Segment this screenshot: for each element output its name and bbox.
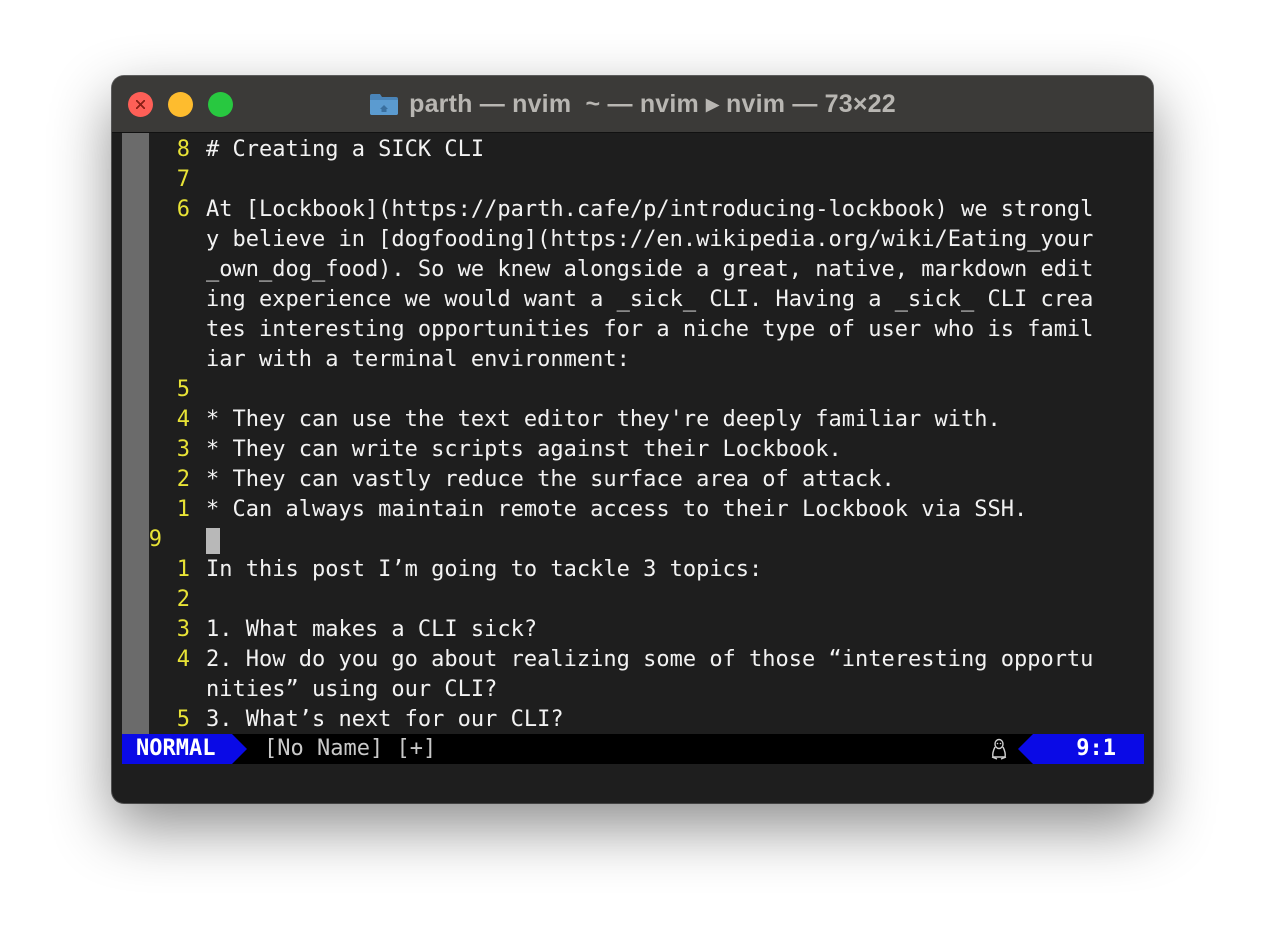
- line-text: y believe in [dogfooding](https://en.wik…: [206, 227, 1094, 252]
- line-number: 4: [176, 647, 190, 672]
- editor-line[interactable]: 4 2. How do you go about realizing some o…: [122, 645, 1144, 675]
- mode-separator: [232, 734, 247, 764]
- editor-line[interactable]: 5: [122, 375, 1144, 405]
- line-number: 5: [176, 377, 190, 402]
- editor-line[interactable]: y believe in [dogfooding](https://en.wik…: [122, 225, 1144, 255]
- title-bar[interactable]: parth — nvim ~ — nvim ▸ nvim — 73×22: [112, 76, 1153, 133]
- terminal-content[interactable]: 8 # Creating a SICK CLI 7 6 At [Lockbook](ht…: [122, 133, 1144, 767]
- editor-line[interactable]: tes interesting opportunities for a nich…: [122, 315, 1144, 345]
- line-number: 7: [176, 167, 190, 192]
- editor-line[interactable]: 1 * Can always maintain remote access to …: [122, 495, 1144, 525]
- folder-icon: [369, 92, 399, 116]
- mode-indicator: NORMAL: [122, 734, 232, 764]
- line-number: 2: [176, 467, 190, 492]
- editor-line[interactable]: 8 # Creating a SICK CLI: [122, 135, 1144, 165]
- editor-line[interactable]: ing experience we would want a _sick_ CL…: [122, 285, 1144, 315]
- line-text: * They can vastly reduce the surface are…: [206, 467, 895, 492]
- terminal-window: parth — nvim ~ — nvim ▸ nvim — 73×22 8 # …: [112, 76, 1153, 803]
- status-line: NORMAL [No Name] [+] 9:1: [122, 734, 1144, 764]
- line-number: 3: [176, 437, 190, 462]
- line-number: 4: [176, 407, 190, 432]
- line-number: 2: [176, 587, 190, 612]
- line-text: # Creating a SICK CLI: [206, 137, 485, 162]
- editor-line[interactable]: 2: [122, 585, 1144, 615]
- line-number: 1: [176, 497, 190, 522]
- line-text: iar with a terminal environment:: [206, 347, 630, 372]
- line-text: nities” using our CLI?: [206, 677, 498, 702]
- editor-line[interactable]: nities” using our CLI?: [122, 675, 1144, 705]
- editor-line[interactable]: 5 3. What’s next for our CLI?: [122, 705, 1144, 735]
- text-cursor: [206, 528, 220, 554]
- line-number: 5: [176, 707, 190, 732]
- file-name: [No Name] [+]: [264, 736, 437, 761]
- line-number: 6: [176, 197, 190, 222]
- editor-buffer[interactable]: 8 # Creating a SICK CLI 7 6 At [Lockbook](ht…: [122, 135, 1144, 735]
- line-text: In this post I’m going to tackle 3 topic…: [206, 557, 763, 582]
- linux-penguin-icon: [988, 738, 1010, 760]
- line-text: * They can use the text editor they're d…: [206, 407, 1001, 432]
- window-title-group: parth — nvim ~ — nvim ▸ nvim — 73×22: [112, 76, 1153, 132]
- editor-line[interactable]: iar with a terminal environment:: [122, 345, 1144, 375]
- line-text: ing experience we would want a _sick_ CL…: [206, 287, 1094, 312]
- position-separator: [1018, 734, 1033, 764]
- cursor-position: 9:1: [1033, 734, 1144, 764]
- line-text: 1. What makes a CLI sick?: [206, 617, 538, 642]
- line-number: 9: [148, 527, 162, 552]
- current-line[interactable]: 9: [122, 525, 1144, 555]
- line-text: 2. How do you go about realizing some of…: [206, 647, 1094, 672]
- editor-line[interactable]: 2 * They can vastly reduce the surface ar…: [122, 465, 1144, 495]
- line-text: tes interesting opportunities for a nich…: [206, 317, 1094, 342]
- editor-line[interactable]: 6 At [Lockbook](https://parth.cafe/p/intr…: [122, 195, 1144, 225]
- line-number: 3: [176, 617, 190, 642]
- editor-line[interactable]: _own_dog_food). So we knew alongside a g…: [122, 255, 1144, 285]
- editor-line[interactable]: 3 1. What makes a CLI sick?: [122, 615, 1144, 645]
- line-text: 3. What’s next for our CLI?: [206, 707, 564, 732]
- line-text: * Can always maintain remote access to t…: [206, 497, 1028, 522]
- editor-line[interactable]: 3 * They can write scripts against their …: [122, 435, 1144, 465]
- line-text: At [Lockbook](https://parth.cafe/p/intro…: [206, 197, 1094, 222]
- editor-line[interactable]: 1 In this post I’m going to tackle 3 topi…: [122, 555, 1144, 585]
- editor-line[interactable]: 7: [122, 165, 1144, 195]
- editor-line[interactable]: 4 * They can use the text editor they're …: [122, 405, 1144, 435]
- line-text: * They can write scripts against their L…: [206, 437, 842, 462]
- line-text: _own_dog_food). So we knew alongside a g…: [206, 257, 1094, 282]
- line-number: 1: [176, 557, 190, 582]
- line-number: 8: [176, 137, 190, 162]
- window-title: parth — nvim ~ — nvim ▸ nvim — 73×22: [409, 90, 896, 118]
